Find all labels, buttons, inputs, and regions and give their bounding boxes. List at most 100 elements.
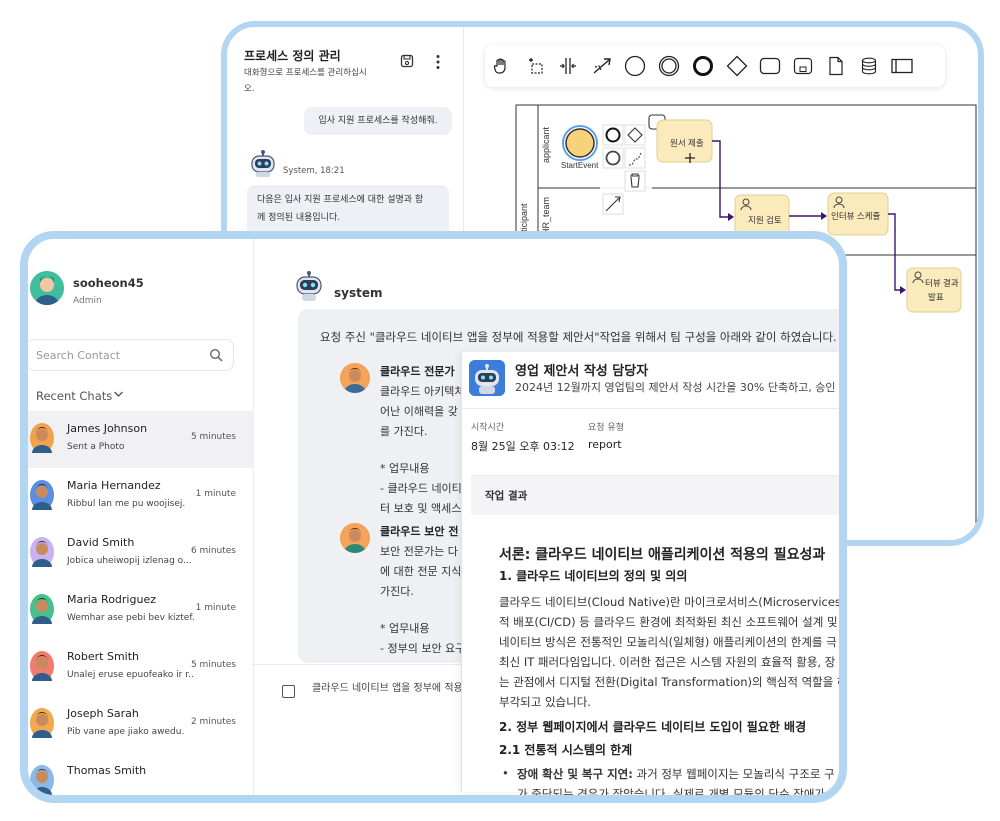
recent-chats-label: Recent Chats bbox=[36, 389, 113, 403]
connect-icon[interactable] bbox=[590, 54, 614, 78]
doc-paragraph-line: 적 배포(CI/CD) 등 클라우드 환경에 최적화된 최신 소프트웨어 설계 … bbox=[499, 615, 838, 629]
card-title: 영업 제안서 작성 담당자 bbox=[515, 364, 649, 379]
task-label: 발표 bbox=[928, 292, 944, 302]
start-event[interactable] bbox=[565, 128, 595, 158]
subtitle-line: 오. bbox=[244, 84, 255, 94]
member-desc-line: 가진다. bbox=[380, 585, 414, 598]
doc-bullet-line: 가 중단되는 경우가 잦았습니다. 실제로 개별 모듈의 단순 장애가 bbox=[517, 787, 825, 801]
member-desc-line: 터 보호 및 액세스 bbox=[380, 502, 462, 515]
hand-icon[interactable] bbox=[489, 54, 513, 78]
user-role: Admin bbox=[73, 296, 102, 306]
bullet-bold: 장애 확산 및 복구 지연: bbox=[517, 767, 633, 781]
lane-label-applicant: applicant bbox=[541, 126, 551, 163]
robot-avatar-icon bbox=[294, 269, 324, 303]
lasso-icon[interactable] bbox=[523, 54, 547, 78]
chat-list-item[interactable]: Maria Rodriguez Wemhar ase pebi bev kizte… bbox=[28, 582, 254, 639]
chat-list-item[interactable]: David Smith Jobica uheiwopij izlenag o...… bbox=[28, 525, 254, 582]
contact-name: Maria Hernandez bbox=[67, 479, 161, 492]
member-role: 클라우드 보안 전 bbox=[380, 525, 459, 538]
robot-avatar-icon bbox=[247, 147, 279, 179]
page-title: 프로세스 정의 관리 bbox=[244, 49, 341, 63]
doc-paragraph-line: 부각되고 있습니다. bbox=[499, 695, 591, 709]
pool-icon[interactable] bbox=[890, 54, 914, 78]
save-icon[interactable] bbox=[400, 54, 414, 72]
member-desc-line: 보안 전문가는 다 bbox=[380, 545, 458, 558]
result-detail-card: 영업 제안서 작성 담당자 2024년 12월까지 영업팀의 제안서 작성 시간… bbox=[461, 352, 839, 795]
start-time-value: 8월 25일 오후 03:12 bbox=[471, 440, 575, 453]
lane-label-hr-team: HR_team bbox=[541, 197, 551, 235]
gateway-icon[interactable] bbox=[725, 54, 749, 78]
chevron-down-icon[interactable] bbox=[113, 389, 124, 402]
message-time: 2 minutes bbox=[190, 717, 236, 727]
search-placeholder: Search Contact bbox=[36, 349, 121, 362]
task-label: 원서 제출 bbox=[670, 138, 704, 148]
message-input[interactable]: 클라우드 네이티브 앱을 정부에 적용 bbox=[312, 679, 463, 694]
contact-name: Maria Rodriguez bbox=[67, 593, 156, 606]
start-time-label: 시작시간 bbox=[471, 423, 505, 433]
doc-paragraph-line: 는 관점에서 디지털 전환(Digital Transformation)의 핵… bbox=[499, 675, 847, 689]
page-subtitle: 대화형으로 프로세스를 관리하십시 오. bbox=[244, 65, 384, 97]
bpmn-palette-toolbar bbox=[485, 45, 945, 87]
member-desc-line: - 클라우드 네이티 bbox=[380, 482, 462, 495]
request-type-label: 요청 유형 bbox=[588, 423, 624, 433]
chat-list-item[interactable]: Robert Smith Unalej eruse epuofeako ir r.… bbox=[28, 639, 254, 696]
request-type-value: report bbox=[588, 438, 622, 451]
member-desc-line: * 업무내용 bbox=[380, 462, 430, 475]
last-message: Jobica uheiwopij izlenag o... bbox=[67, 556, 192, 566]
avatar bbox=[340, 523, 370, 553]
member-desc-line: 에 대한 전문 지식 bbox=[380, 565, 462, 578]
contact-avatar bbox=[30, 594, 54, 624]
doc-subsection-title: 2.1 전통적 시스템의 한계 bbox=[499, 743, 633, 757]
chat-window: sooheon45 Admin Search Contact Recent Ch… bbox=[20, 231, 847, 803]
chat-list-item[interactable]: Joseph Sarah Pib vane ape jiako awedu. 2 m… bbox=[28, 696, 254, 753]
more-vertical-icon[interactable] bbox=[435, 54, 441, 74]
start-event-label: StartEvent bbox=[561, 161, 599, 170]
chat-list-item[interactable]: Thomas Smith bbox=[28, 753, 254, 795]
robot-avatar-icon bbox=[469, 360, 505, 396]
member-desc-line: * 업무내용 bbox=[380, 622, 430, 635]
data-store-icon[interactable] bbox=[857, 54, 881, 78]
user-message-bubble: 입사 지원 프로세스를 작성해줘. bbox=[304, 107, 452, 135]
last-message: Wemhar ase pebi bev kiztef... bbox=[67, 613, 195, 623]
last-message: Sent a Photo bbox=[67, 442, 125, 452]
contact-name: Robert Smith bbox=[67, 650, 139, 663]
member-role: 클라우드 전문가 bbox=[380, 365, 455, 378]
request-summary-text: 요청 주신 "클라우드 네이티브 앱을 정부에 적용할 제안서"작업을 위해서 … bbox=[320, 330, 837, 344]
subprocess-icon[interactable] bbox=[791, 54, 815, 78]
end-event-icon[interactable] bbox=[691, 54, 715, 78]
contact-avatar bbox=[30, 651, 54, 681]
task-label: 지원 검토 bbox=[748, 215, 782, 225]
contact-avatar bbox=[30, 480, 54, 510]
data-object-icon[interactable] bbox=[824, 54, 848, 78]
start-event-icon[interactable] bbox=[623, 54, 647, 78]
search-input[interactable]: Search Contact bbox=[28, 339, 234, 371]
contact-avatar bbox=[30, 765, 54, 795]
image-icon[interactable] bbox=[282, 685, 295, 698]
chat-list-item[interactable]: Maria Hernandez Ribbul lan me pu woojisej… bbox=[28, 468, 254, 525]
message-line: 다음은 입사 지원 프로세스에 대한 설명과 함 bbox=[257, 195, 424, 205]
system-message-meta: System, 18:21 bbox=[283, 166, 345, 176]
contact-name: James Johnson bbox=[67, 422, 148, 435]
search-icon[interactable] bbox=[209, 347, 223, 362]
contacts-sidebar: sooheon45 Admin Search Contact Recent Ch… bbox=[28, 239, 254, 795]
message-time: 1 minute bbox=[195, 603, 236, 613]
doc-bullet-line: 장애 확산 및 복구 지연: 과거 정부 웹페이지는 모놀리식 구조로 구 bbox=[517, 766, 835, 782]
last-message: Pib vane ape jiako awedu. bbox=[67, 727, 185, 737]
divider bbox=[462, 408, 839, 409]
result-label: 작업 결과 bbox=[485, 490, 528, 502]
chat-list-item[interactable]: James Johnson Sent a Photo 5 minutes bbox=[28, 411, 254, 468]
doc-paragraph-line: 클라우드 네이티브(Cloud Native)란 마이크로서비스(Microse… bbox=[499, 595, 847, 609]
user-avatar[interactable] bbox=[30, 271, 64, 305]
doc-section-title: 1. 클라우드 네이티브의 정의 및 의의 bbox=[499, 569, 688, 583]
last-message: Unalej eruse epuofeako ir r... bbox=[67, 670, 195, 680]
intermediate-event-icon[interactable] bbox=[657, 54, 681, 78]
member-desc-line: 를 가진다. bbox=[380, 425, 428, 438]
card-subtitle: 2024년 12월까지 영업팀의 제안서 작성 시간을 30% 단축하고, 승인 bbox=[515, 381, 836, 394]
task-icon[interactable] bbox=[758, 54, 782, 78]
member-desc-line: - 정부의 보안 요구 bbox=[380, 642, 466, 655]
space-tool-icon[interactable] bbox=[556, 54, 580, 78]
system-message-bubble: 다음은 입사 지원 프로세스에 대한 설명과 함 께 정의된 내용입니다. bbox=[247, 185, 449, 235]
bullet-dot: • bbox=[502, 766, 509, 780]
doc-section-title: 2. 정부 웹페이지에서 클라우드 네이티브 도입이 필요한 배경 bbox=[499, 720, 807, 734]
contact-avatar bbox=[30, 423, 54, 453]
